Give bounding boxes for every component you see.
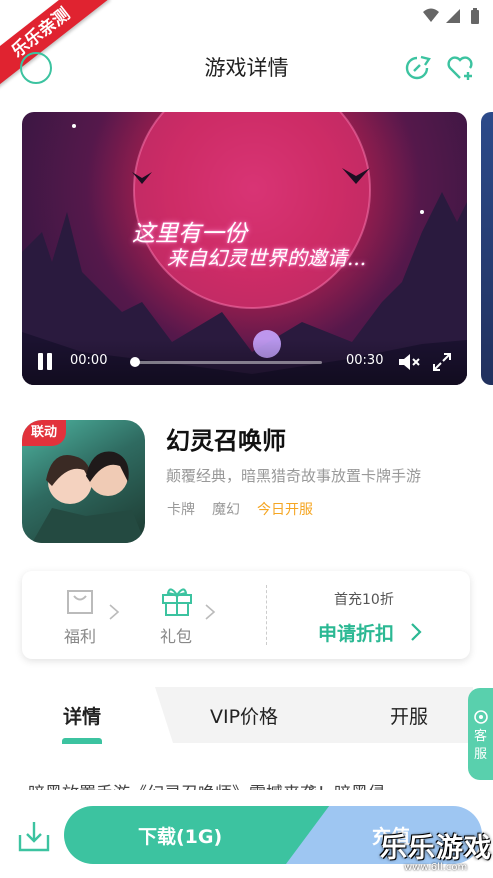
progress-track[interactable] (134, 361, 322, 364)
collab-badge: 联动 (22, 420, 66, 446)
current-time: 00:00 (70, 353, 108, 368)
mute-icon[interactable] (398, 352, 420, 372)
watermark-url: www.6ll.com (404, 862, 468, 873)
favorite-icon[interactable] (446, 54, 476, 82)
video-tagline-2: 来自幻灵世界的邀请... (167, 246, 367, 270)
wifi-icon (423, 8, 439, 22)
customer-service-button[interactable]: 客服 (468, 688, 493, 780)
tag-card: 卡牌 (167, 502, 195, 518)
chevron-right-icon (205, 604, 216, 620)
tab-vip-price[interactable]: VIP价格 (210, 702, 278, 729)
apply-discount-link[interactable]: 申请折扣 (318, 619, 394, 646)
bag-icon (67, 590, 93, 614)
gift-icon (162, 588, 192, 616)
video-controls: 00:00 00:30 (22, 339, 467, 385)
duration: 00:30 (346, 353, 384, 368)
app-description: 颠覆经典，暗黑猎奇故事放置卡牌手游 (166, 467, 422, 485)
benefits-card: 福利 礼包 首充10折 申请折扣 (22, 571, 470, 659)
first-recharge-text: 首充10折 (334, 592, 394, 608)
tab-details[interactable]: 详情 (63, 702, 101, 729)
chevron-right-icon (109, 604, 120, 620)
chevron-right-icon (411, 623, 422, 641)
tag-server-today: 今日开服 (257, 502, 313, 518)
battery-icon (471, 8, 479, 24)
download-label: 下载(1G) (138, 826, 223, 848)
app-icon: 联动 (22, 420, 145, 543)
active-tab-indicator (62, 738, 102, 744)
share-icon[interactable] (403, 54, 433, 82)
progress-thumb[interactable] (130, 357, 140, 367)
chat-icon (473, 710, 488, 724)
gift-label: 礼包 (160, 627, 193, 646)
customer-service-label: 客服 (473, 729, 487, 762)
tab-server[interactable]: 开服 (390, 702, 428, 729)
welfare-label: 福利 (64, 627, 97, 646)
download-button[interactable]: 下载(1G) (64, 806, 330, 864)
app-name: 幻灵召唤师 (166, 427, 286, 455)
tag-fantasy: 魔幻 (212, 502, 240, 518)
pause-icon[interactable] (37, 353, 53, 370)
download-manager-icon[interactable] (17, 819, 51, 853)
watermark-logo: 乐乐游戏 (380, 833, 492, 864)
fullscreen-icon[interactable] (432, 352, 452, 372)
signal-icon (446, 9, 460, 23)
video-player[interactable]: 这里有一份 来自幻灵世界的邀请... 00:00 00:30 (22, 112, 467, 385)
next-media-thumbnail[interactable] (481, 112, 493, 385)
card-divider (266, 585, 267, 645)
